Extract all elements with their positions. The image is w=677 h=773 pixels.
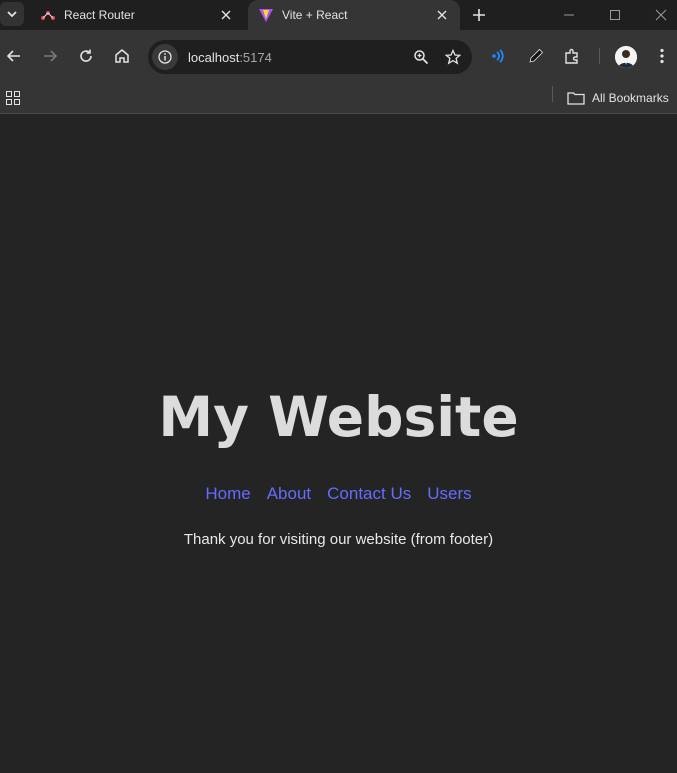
tab-vite-react[interactable]: Vite + React: [248, 0, 460, 30]
bookmark-star-button[interactable]: [440, 44, 466, 70]
tab-react-router[interactable]: React Router: [30, 0, 244, 30]
menu-button[interactable]: [648, 42, 676, 70]
minimize-icon: [564, 14, 574, 16]
home-button[interactable]: [108, 42, 136, 70]
puzzle-icon: [565, 48, 578, 64]
extensions-button[interactable]: [558, 42, 586, 70]
page-content: My Website Home About Contact Us Users T…: [0, 115, 677, 773]
bookmarks-bar: All Bookmarks: [0, 84, 677, 114]
home-icon: [115, 49, 129, 63]
tab-strip: React Router Vite + React: [0, 0, 677, 30]
arrow-right-icon: [44, 50, 58, 62]
url-host: localhost: [188, 49, 240, 65]
site-info-button[interactable]: [152, 44, 178, 70]
url-text[interactable]: localhost:5174: [188, 50, 408, 65]
close-icon[interactable]: [216, 5, 236, 25]
browser-toolbar: localhost:5174: [0, 30, 677, 84]
close-window-button[interactable]: [650, 4, 672, 26]
react-router-icon: [40, 7, 56, 23]
vite-icon: [258, 7, 274, 23]
apps-button[interactable]: [4, 89, 22, 107]
profile-avatar[interactable]: [615, 46, 637, 68]
close-icon[interactable]: [432, 5, 452, 25]
new-tab-button[interactable]: [468, 4, 490, 26]
zoom-icon: [414, 50, 429, 65]
plus-icon: [473, 9, 485, 21]
pen-extension-button[interactable]: [522, 42, 550, 70]
star-icon: [445, 49, 461, 65]
info-icon: [158, 50, 172, 64]
arrow-left-icon: [6, 50, 20, 62]
toolbar-divider: [599, 48, 600, 64]
close-icon: [655, 9, 667, 21]
apps-grid-icon: [6, 91, 20, 105]
nav-link-home[interactable]: Home: [205, 484, 250, 504]
minimize-button[interactable]: [558, 4, 580, 26]
page-title: My Website: [158, 385, 519, 449]
tab-title: Vite + React: [282, 8, 348, 22]
reload-button[interactable]: [72, 42, 100, 70]
url-port: :5174: [239, 49, 272, 65]
nav-link-contact[interactable]: Contact Us: [327, 484, 411, 504]
pen-icon: [529, 48, 544, 63]
folder-icon: [566, 88, 586, 108]
zoom-button[interactable]: [408, 44, 434, 70]
reload-icon: [80, 49, 92, 62]
audio-extension-button[interactable]: [485, 42, 513, 70]
all-bookmarks-label: All Bookmarks: [592, 91, 669, 105]
nav-link-about[interactable]: About: [267, 484, 311, 504]
bookmarks-divider: [552, 86, 553, 102]
forward-button[interactable]: [36, 42, 64, 70]
kebab-menu-icon: [660, 48, 664, 64]
tab-search-button[interactable]: [0, 2, 24, 26]
all-bookmarks-button[interactable]: All Bookmarks: [566, 87, 669, 109]
tab-title: React Router: [64, 8, 135, 22]
avatar-icon: [615, 46, 637, 68]
chevron-down-icon: [7, 11, 17, 18]
main-nav: Home About Contact Us Users: [0, 484, 677, 504]
nav-link-users[interactable]: Users: [427, 484, 471, 504]
maximize-icon: [610, 10, 620, 20]
address-bar[interactable]: localhost:5174: [148, 40, 472, 74]
maximize-button[interactable]: [604, 4, 626, 26]
footer-text: Thank you for visiting our website (from…: [183, 531, 494, 548]
back-button[interactable]: [0, 42, 28, 70]
sound-wave-icon: [492, 49, 504, 63]
